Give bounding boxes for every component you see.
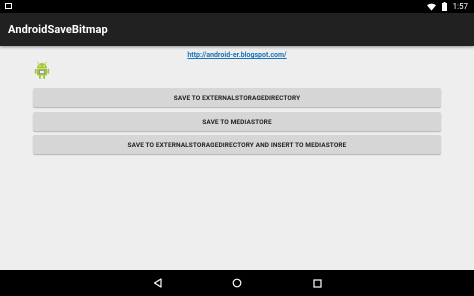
status-bar-right: 1:57 xyxy=(426,0,468,13)
back-icon[interactable] xyxy=(147,270,167,296)
battery-icon xyxy=(441,2,447,11)
action-bar: AndroidSaveBitmap xyxy=(0,13,474,46)
android-robot-icon xyxy=(34,61,50,79)
app-title: AndroidSaveBitmap xyxy=(8,23,108,36)
save-mediastore-button[interactable]: SAVE TO MEDIASTORE xyxy=(33,112,441,131)
notification-icon xyxy=(5,3,12,9)
status-bar: 1:57 xyxy=(0,0,474,13)
status-time: 1:57 xyxy=(452,2,468,11)
main-content: http://android-er.blogspot.com/ SAVE TO … xyxy=(0,46,474,269)
save-external-storage-button[interactable]: SAVE TO EXTERNALSTORAGEDIRECTORY xyxy=(33,88,441,107)
wifi-icon xyxy=(426,3,436,11)
recents-icon[interactable] xyxy=(307,270,327,296)
navigation-bar xyxy=(0,270,474,296)
blog-link[interactable]: http://android-er.blogspot.com/ xyxy=(0,51,474,59)
home-icon[interactable] xyxy=(227,270,247,296)
save-external-and-mediastore-button[interactable]: SAVE TO EXTERNALSTORAGEDIRECTORY AND INS… xyxy=(33,135,441,154)
